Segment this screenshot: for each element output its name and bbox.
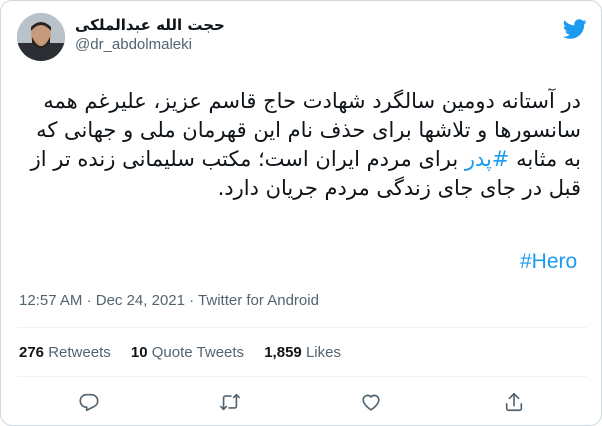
avatar[interactable] <box>17 13 65 61</box>
quotes-label: Quote Tweets <box>151 344 245 361</box>
user-handle[interactable]: @dr_abdolmaleki <box>75 35 225 55</box>
tweet-time[interactable]: 12:57 AM <box>19 292 82 309</box>
meta-separator-2: · <box>189 292 195 309</box>
likes-label: Likes <box>305 344 341 361</box>
share-icon[interactable] <box>503 391 527 415</box>
action-bar <box>1 391 602 415</box>
tweet-card: حجت الله عبدالملکی @dr_abdolmaleki در آس… <box>0 0 602 426</box>
divider-top <box>17 327 587 328</box>
likes-count: 1,859 <box>264 344 302 361</box>
twitter-logo-icon[interactable] <box>562 17 587 41</box>
divider-bottom <box>17 376 587 377</box>
quote-tweets-stat[interactable]: 10 Quote Tweets <box>131 343 244 363</box>
tweet-body: در آستانه دومین سالگرد شهادت حاج قاسم عز… <box>21 87 581 203</box>
hashtag-pedar-link[interactable]: #پدر <box>465 147 510 171</box>
retweets-count: 276 <box>19 344 45 361</box>
retweet-icon[interactable] <box>219 391 243 415</box>
hashtag-hero-link[interactable]: #Hero <box>520 249 577 275</box>
meta-separator: · <box>86 292 92 309</box>
likes-stat[interactable]: 1,859 Likes <box>264 343 341 363</box>
quotes-count: 10 <box>130 344 148 361</box>
tweet-stats: 276 Retweets 10 Quote Tweets 1,859 Likes <box>19 343 357 363</box>
reply-icon[interactable] <box>78 391 102 415</box>
tweet-meta: 12:57 AM · Dec 24, 2021 · Twitter for An… <box>19 291 319 311</box>
tweet-date[interactable]: Dec 24, 2021 <box>96 292 185 309</box>
like-icon[interactable] <box>360 391 384 415</box>
author-names: حجت الله عبدالملکی @dr_abdolmaleki <box>75 15 225 55</box>
tweet-header: حجت الله عبدالملکی @dr_abdolmaleki <box>17 13 587 61</box>
tweet-source[interactable]: Twitter for Android <box>198 292 319 309</box>
retweets-stat[interactable]: 276 Retweets <box>19 343 111 363</box>
retweets-label: Retweets <box>48 344 111 361</box>
display-name[interactable]: حجت الله عبدالملکی <box>75 15 225 35</box>
